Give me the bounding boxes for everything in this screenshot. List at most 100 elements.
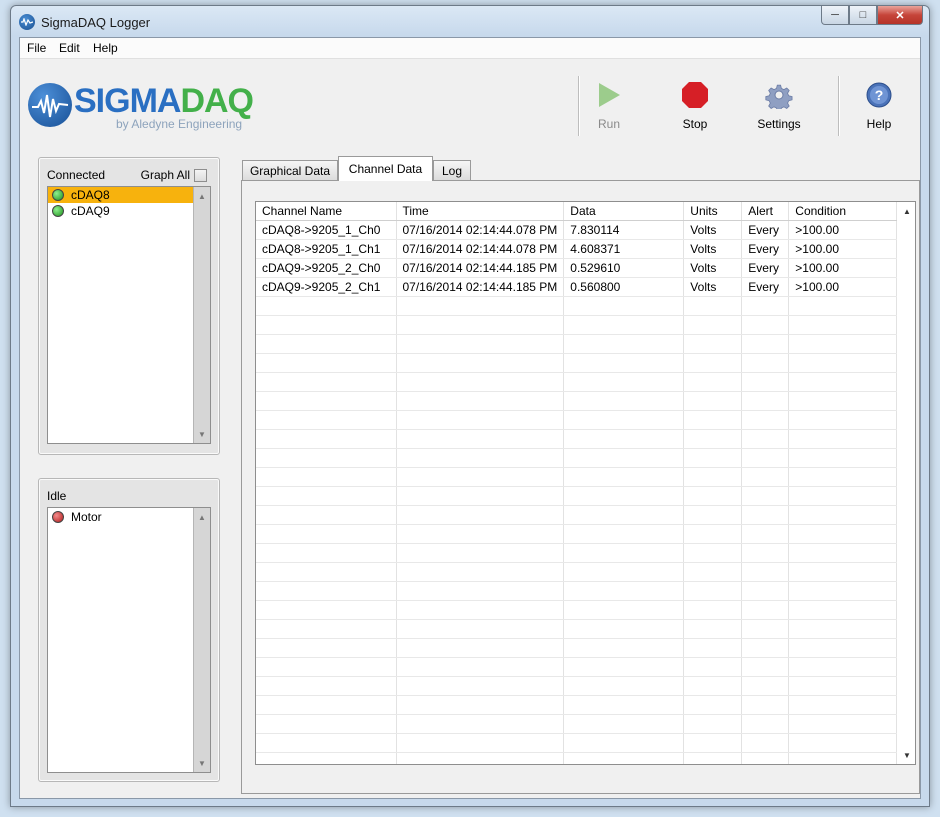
scroll-down-icon[interactable]: ▼ (194, 427, 210, 441)
table-cell-empty (683, 391, 743, 411)
table-cell-empty (741, 619, 790, 639)
close-button[interactable]: ✕ (877, 6, 923, 25)
table-cell: >100.00 (788, 220, 898, 240)
minimize-button[interactable]: ─ (821, 6, 849, 25)
column-header[interactable]: Data (563, 202, 685, 221)
table-cell: 07/16/2014 02:14:44.078 PM (396, 239, 565, 259)
table-row-empty (256, 695, 898, 715)
table-row[interactable]: cDAQ8->9205_1_Ch1 07/16/2014 02:14:44.078… (256, 239, 898, 259)
toolbar-separator (838, 76, 840, 136)
title-bar[interactable]: SigmaDAQ Logger ─ □ ✕ (11, 6, 929, 38)
run-button[interactable]: Run (574, 79, 644, 139)
column-header[interactable]: Time (396, 202, 565, 221)
table-cell-empty (741, 562, 790, 582)
table-cell-empty (788, 714, 898, 734)
table-cell-empty (741, 315, 790, 335)
table-cell-empty (683, 562, 743, 582)
table-cell-empty (396, 486, 565, 506)
play-icon (597, 82, 621, 111)
connected-list[interactable]: cDAQ8 cDAQ9 ▲ ▼ (47, 186, 211, 444)
table-cell-empty (256, 353, 397, 373)
table-cell-empty (396, 353, 565, 373)
table-row-empty (256, 581, 898, 601)
column-header[interactable]: Alert (741, 202, 790, 221)
table-cell-empty (563, 429, 685, 449)
menu-edit[interactable]: Edit (59, 41, 80, 55)
stop-button[interactable]: Stop (660, 79, 730, 139)
device-name: Motor (71, 510, 102, 524)
data-table: Channel Name Time Data Units Alert Condi… (256, 202, 898, 764)
tab-graphical-data[interactable]: Graphical Data (242, 160, 338, 180)
table-row[interactable]: cDAQ9->9205_2_Ch1 07/16/2014 02:14:44.185… (256, 277, 898, 297)
table-cell: Volts (683, 239, 743, 259)
table-row-empty (256, 657, 898, 677)
settings-button[interactable]: Settings (744, 79, 814, 139)
table-cell-empty (788, 486, 898, 506)
idle-list[interactable]: Motor ▲ ▼ (47, 507, 211, 773)
table-cell-empty (396, 467, 565, 487)
table-cell: cDAQ8->9205_1_Ch0 (256, 220, 397, 240)
table-cell-empty (256, 296, 397, 316)
table-cell-empty (396, 448, 565, 468)
table-cell-empty (683, 467, 743, 487)
menu-file[interactable]: File (27, 41, 46, 55)
table-cell-empty (741, 429, 790, 449)
window-title: SigmaDAQ Logger (41, 15, 151, 30)
list-item[interactable]: Motor (48, 509, 210, 525)
table-cell-empty (256, 733, 397, 753)
table-cell-empty (563, 353, 685, 373)
table-scrollbar[interactable]: ▲ ▼ (899, 202, 915, 764)
sigmadaq-logo: SIGMADAQ by Aledyne Engineering (28, 81, 254, 131)
table-row-empty (256, 543, 898, 563)
maximize-icon: □ (859, 9, 867, 21)
table-cell-empty (396, 733, 565, 753)
table-row[interactable]: cDAQ8->9205_1_Ch0 07/16/2014 02:14:44.078… (256, 220, 898, 240)
table-cell-empty (396, 372, 565, 392)
table-cell: 07/16/2014 02:14:44.185 PM (396, 277, 565, 297)
tab-log[interactable]: Log (433, 160, 471, 180)
table-cell-empty (256, 448, 397, 468)
scroll-down-icon[interactable]: ▼ (194, 756, 210, 770)
table-cell-empty (788, 562, 898, 582)
table-cell-empty (563, 695, 685, 715)
table-cell-empty (563, 676, 685, 696)
column-header[interactable]: Channel Name (256, 202, 397, 221)
list-item[interactable]: cDAQ9 (48, 203, 210, 219)
table-row[interactable]: cDAQ9->9205_2_Ch0 07/16/2014 02:14:44.185… (256, 258, 898, 278)
table-cell-empty (396, 657, 565, 677)
tab-channel-data[interactable]: Channel Data (338, 156, 433, 181)
channel-data-panel: Channel Name Time Data Units Alert Condi… (241, 180, 920, 794)
scroll-up-icon[interactable]: ▲ (194, 510, 210, 524)
table-cell-empty (256, 638, 397, 658)
table-cell-empty (683, 448, 743, 468)
graph-all-label: Graph All (140, 168, 190, 182)
table-cell-empty (256, 505, 397, 525)
maximize-button[interactable]: □ (849, 6, 877, 25)
table-cell-empty (741, 372, 790, 392)
column-header[interactable]: Units (683, 202, 743, 221)
table-cell-empty (396, 410, 565, 430)
graph-all-checkbox[interactable] (194, 168, 207, 182)
table-cell-empty (563, 334, 685, 354)
table-cell-empty (788, 676, 898, 696)
connected-scrollbar[interactable]: ▲ ▼ (193, 187, 210, 443)
table-cell-empty (741, 448, 790, 468)
table-cell-empty (741, 391, 790, 411)
graph-all-control[interactable]: Graph All (141, 168, 207, 182)
idle-scrollbar[interactable]: ▲ ▼ (193, 508, 210, 772)
menu-help[interactable]: Help (93, 41, 118, 55)
column-header[interactable]: Condition (788, 202, 898, 221)
table-cell-empty (563, 410, 685, 430)
table-row-empty (256, 676, 898, 696)
scroll-up-icon[interactable]: ▲ (899, 204, 915, 218)
list-item[interactable]: cDAQ8 (48, 187, 210, 203)
channel-data-table[interactable]: Channel Name Time Data Units Alert Condi… (255, 201, 916, 765)
table-cell-empty (563, 372, 685, 392)
scroll-down-icon[interactable]: ▼ (899, 748, 915, 762)
help-button[interactable]: ? Help (844, 79, 914, 139)
table-cell-empty (256, 410, 397, 430)
table-cell-empty (563, 619, 685, 639)
table-row-empty (256, 353, 898, 373)
table-cell-empty (788, 657, 898, 677)
scroll-up-icon[interactable]: ▲ (194, 189, 210, 203)
